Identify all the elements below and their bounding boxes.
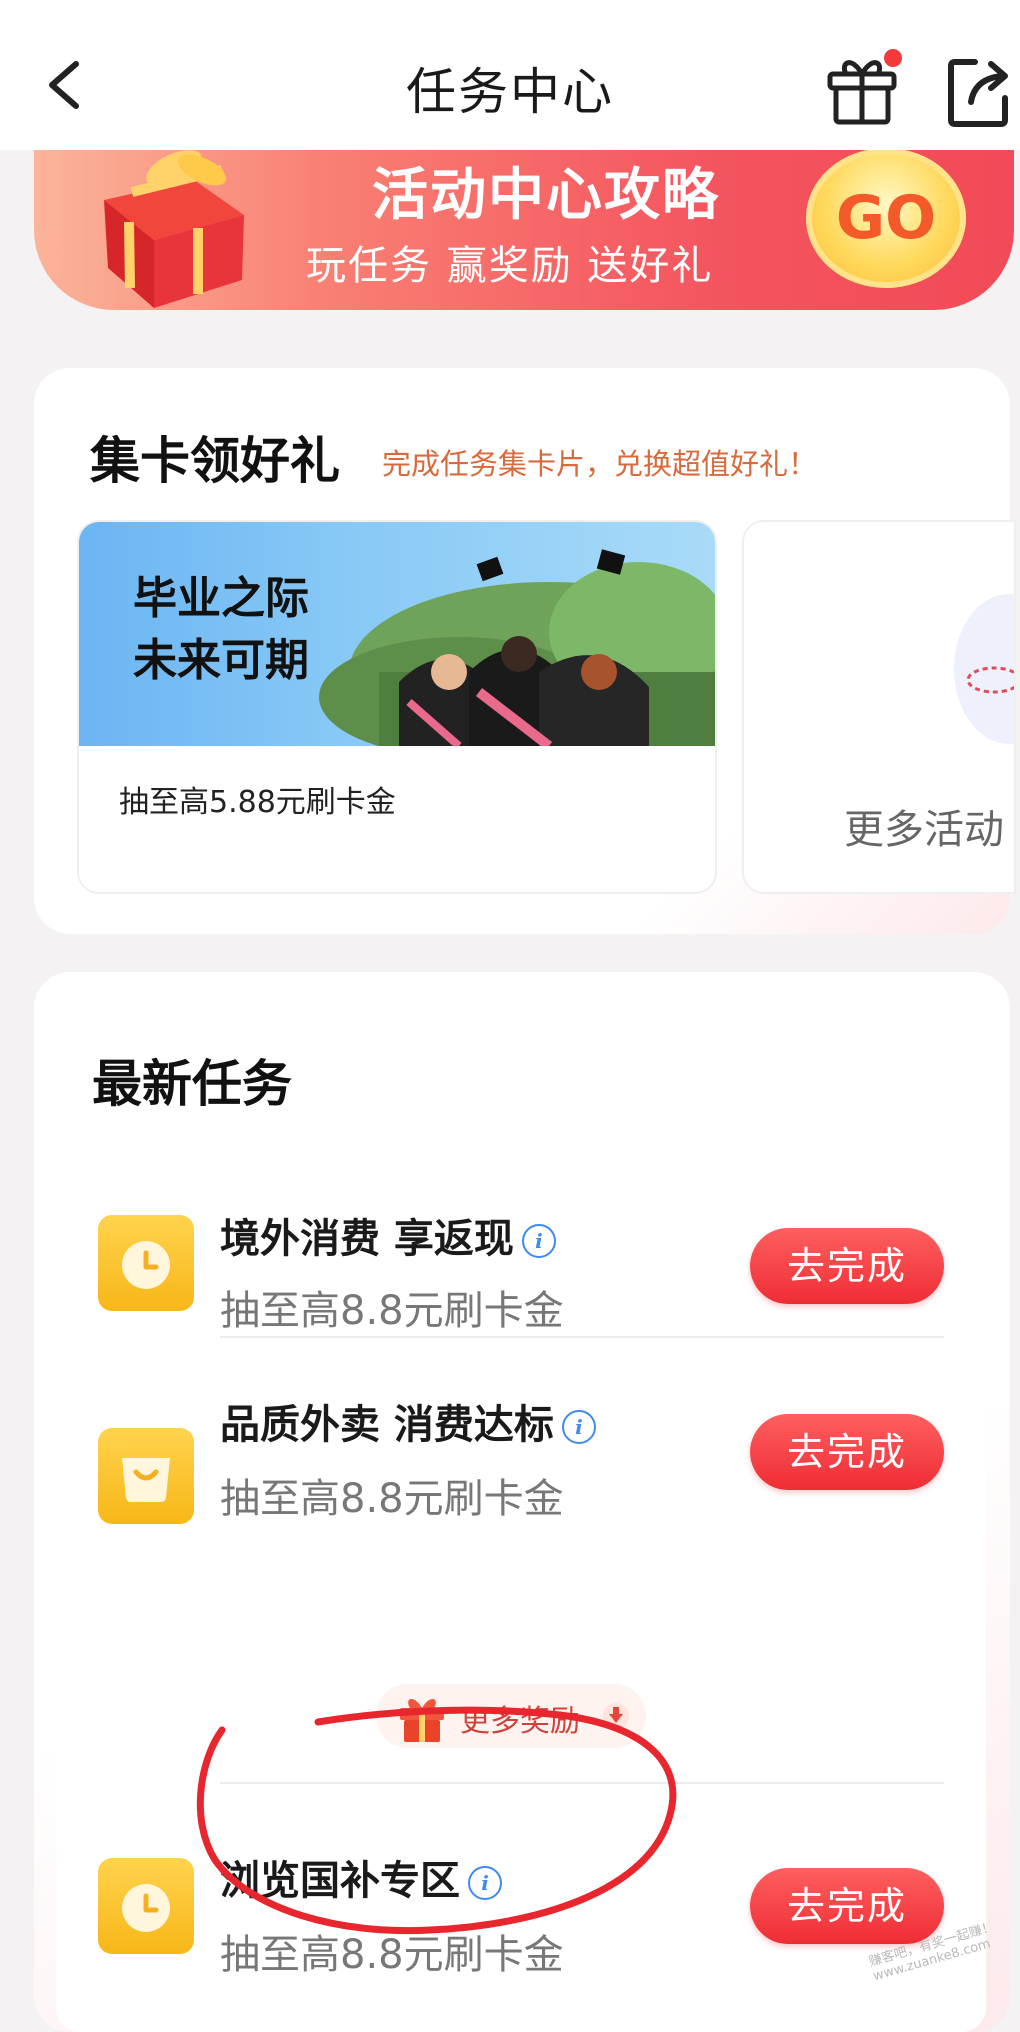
gift-icon[interactable] (826, 48, 906, 128)
shopping-bag-icon (98, 1428, 194, 1524)
share-icon[interactable] (945, 52, 1015, 128)
task-description: 抽至高8.8元刷卡金 (220, 1476, 564, 1522)
activity-image-line2: 未来可期 (133, 635, 309, 686)
task-description: 抽至高8.8元刷卡金 (220, 1932, 564, 1978)
activity-description: 抽至高5.88元刷卡金 (119, 785, 396, 820)
task-description: 抽至高8.8元刷卡金 (220, 1288, 564, 1334)
info-icon[interactable]: i (468, 1866, 502, 1900)
section-title: 集卡领好礼 (90, 432, 340, 490)
more-activities-label: 更多活动 (844, 807, 1004, 853)
info-icon[interactable]: i (561, 1410, 596, 1444)
banner-title: 活动中心攻略 (372, 163, 720, 228)
banner-subtitle: 玩任务 赢奖励 送好礼 (306, 243, 714, 289)
decorative-dashed-ring (966, 666, 1014, 694)
more-activities-card[interactable]: 更多活动 (742, 520, 1016, 894)
complete-task-button[interactable]: 去完成 (750, 1868, 944, 1944)
chevron-down-icon (603, 1703, 629, 1729)
section-title: 最新任务 (92, 1055, 292, 1113)
divider (220, 1336, 944, 1338)
activity-image-line1: 毕业之际 (133, 573, 309, 624)
task-row: 品质外卖 消费达标 i 抽至高8.8元刷卡金 去完成 (56, 1398, 986, 1568)
gift-box-icon (104, 150, 244, 308)
activity-guide-banner[interactable]: 活动中心攻略 玩任务 赢奖励 送好礼 GO (34, 128, 1014, 310)
task-name: 境外消费 享返现 i (220, 1206, 556, 1264)
task-name-text: 境外消费 享返现 (220, 1216, 514, 1262)
task-name-text: 品质外卖 消费达标 (220, 1402, 554, 1448)
task-name-text: 浏览国补专区 (220, 1858, 460, 1904)
task-row: 境外消费 享返现 i 抽至高8.8元刷卡金 去完成 (56, 1182, 986, 1352)
activity-image: 毕业之际 未来可期 (79, 522, 715, 746)
clock-icon (98, 1858, 194, 1954)
latest-tasks-section: 最新任务 境外消费 享返现 i 抽至高8.8元刷卡金 去完成 品质外卖 消费达标… (34, 972, 1010, 2032)
task-name: 品质外卖 消费达标 i (220, 1392, 596, 1450)
graduation-activity-card[interactable]: 毕业之际 未来可期 抽至高5.88元刷卡金 (77, 520, 717, 894)
notification-dot (884, 49, 902, 67)
section-subtitle: 完成任务集卡片，兑换超值好礼！ (382, 447, 818, 481)
top-bar: 任务中心 (0, 0, 1020, 150)
task-list: 境外消费 享返现 i 抽至高8.8元刷卡金 去完成 品质外卖 消费达标 i 抽至高8… (56, 1152, 986, 2032)
complete-task-button[interactable]: 去完成 (750, 1228, 944, 1304)
task-row: 浏览国补专区 i 抽至高8.8元刷卡金 去完成 (56, 1852, 986, 2022)
activity-image-text: 毕业之际 未来可期 (133, 568, 309, 692)
more-rewards-label: 更多奖励 (460, 1704, 580, 1739)
info-icon[interactable]: i (521, 1224, 556, 1258)
clock-icon (98, 1215, 194, 1311)
collect-cards-section: 集卡领好礼 完成任务集卡片，兑换超值好礼！ 毕业之际 未来可期 抽至高5.88元… (34, 368, 1016, 934)
complete-task-button[interactable]: 去完成 (750, 1414, 944, 1490)
divider (220, 1782, 944, 1784)
gift-icon (400, 1698, 444, 1742)
task-name: 浏览国补专区 i (220, 1848, 502, 1906)
more-rewards-button[interactable]: 更多奖励 (376, 1684, 646, 1748)
go-button[interactable]: GO (806, 148, 966, 288)
